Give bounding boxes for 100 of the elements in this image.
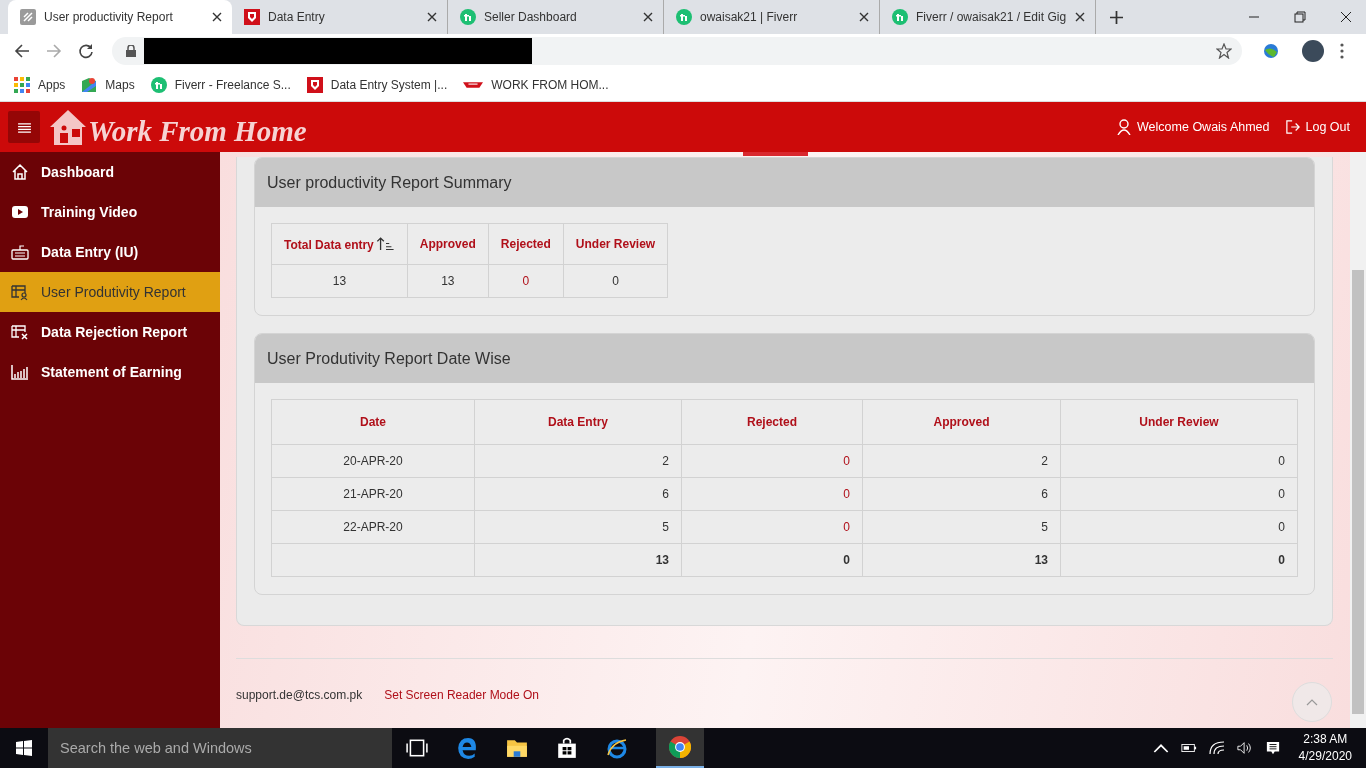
support-email: support.de@tcs.com.pk xyxy=(236,688,363,702)
sidebar-item[interactable]: Training Video xyxy=(0,192,220,232)
total-cell: 0 xyxy=(681,543,863,577)
bookmark[interactable]: Maps xyxy=(81,76,135,93)
table-cell: 5 xyxy=(862,510,1061,544)
close-icon[interactable] xyxy=(643,12,653,22)
close-icon[interactable] xyxy=(1075,12,1085,22)
column-header[interactable]: Total Data entry xyxy=(271,223,408,265)
table-cell: 0 xyxy=(681,444,863,478)
chrome-taskbar-button[interactable] xyxy=(656,728,704,768)
bookmark[interactable]: Fiverr - Freelance S... xyxy=(150,76,291,93)
home-icon xyxy=(11,163,29,181)
sort-ascending-icon[interactable] xyxy=(376,236,395,250)
close-icon[interactable] xyxy=(1340,11,1352,23)
speaker-icon[interactable] xyxy=(1236,741,1253,755)
battery-icon[interactable] xyxy=(1180,741,1197,755)
table-cell: 2 xyxy=(474,444,682,478)
table-cell: 21-APR-20 xyxy=(271,477,475,511)
panel-title: User productivity Report Summary xyxy=(255,158,1314,207)
new-tab-icon[interactable] xyxy=(1110,10,1123,24)
sidebar-item[interactable]: Dashboard xyxy=(0,152,220,192)
apps-grid-icon xyxy=(14,76,30,93)
table-cell: 2 xyxy=(862,444,1061,478)
clock-time[interactable]: 2:38 AM xyxy=(1303,731,1348,748)
table-x-icon xyxy=(11,323,29,341)
column-header: Under Review xyxy=(563,223,668,265)
star-icon[interactable] xyxy=(1216,43,1232,59)
column-header: Data Entry xyxy=(474,399,682,445)
menu-icon xyxy=(17,121,31,133)
table-cell: 0 xyxy=(681,477,863,511)
logout-icon xyxy=(1285,119,1300,135)
restore-icon[interactable] xyxy=(1294,11,1306,23)
sidebar-item[interactable]: Data Rejection Report xyxy=(0,312,220,352)
column-header: Rejected xyxy=(681,399,863,445)
table-cell: 0 xyxy=(1060,510,1298,544)
menu-button[interactable] xyxy=(8,111,40,143)
column-header: Approved xyxy=(407,223,489,265)
active-tab-strip xyxy=(743,152,808,156)
column-header: Date xyxy=(271,399,475,445)
taskbar-search-field[interactable]: Search the web and Windows xyxy=(48,728,392,768)
report-favicon-icon xyxy=(20,9,36,25)
close-icon[interactable] xyxy=(859,12,869,22)
task-view-icon[interactable] xyxy=(406,737,428,759)
scrollbar[interactable] xyxy=(1350,152,1366,728)
total-cell: 0 xyxy=(1060,543,1298,577)
fiverr-favicon-icon xyxy=(460,9,476,25)
logout-link[interactable]: Log Out xyxy=(1285,119,1350,135)
sidebar-item[interactable]: Data Entry (IU) xyxy=(0,232,220,272)
column-header: Under Review xyxy=(1060,399,1298,445)
close-icon[interactable] xyxy=(212,12,222,22)
fiverr-favicon-icon xyxy=(150,76,167,93)
screen-reader-link[interactable]: Set Screen Reader Mode On xyxy=(384,688,539,702)
fiverr-favicon-icon xyxy=(892,9,908,25)
notification-icon[interactable] xyxy=(1264,741,1281,755)
table-cell: 22-APR-20 xyxy=(271,510,475,544)
house-logo-icon xyxy=(48,107,88,147)
edge-browser-icon[interactable] xyxy=(456,737,478,759)
browser-tab[interactable]: User productivity Report xyxy=(8,0,232,34)
more-menu-icon[interactable] xyxy=(1340,43,1344,59)
internet-explorer-icon[interactable] xyxy=(606,737,628,759)
lock-icon xyxy=(126,45,136,57)
folder-icon[interactable] xyxy=(506,737,528,759)
scrollbar-thumb[interactable] xyxy=(1352,270,1364,714)
column-header: Rejected xyxy=(488,223,564,265)
table-cell: 13 xyxy=(407,264,489,298)
map-pin-icon xyxy=(81,76,98,93)
close-icon[interactable] xyxy=(427,12,437,22)
reload-icon[interactable] xyxy=(78,43,94,59)
sidebar-item[interactable]: User Produtivity Report xyxy=(0,272,220,312)
bookmark[interactable]: WORK FROM HOM... xyxy=(463,76,609,93)
windows-start-icon[interactable] xyxy=(16,740,32,756)
column-header: Approved xyxy=(862,399,1061,445)
panel-title: User Produtivity Report Date Wise xyxy=(255,334,1314,383)
table-cell: 0 xyxy=(1060,477,1298,511)
chrome-icon xyxy=(669,736,691,758)
bar-chart-icon xyxy=(11,363,29,381)
address-bar[interactable] xyxy=(112,37,1242,65)
chevron-up-icon xyxy=(1306,698,1318,706)
table-user-icon xyxy=(11,283,29,301)
table-cell: 0 xyxy=(563,264,668,298)
bookmark[interactable]: Apps xyxy=(14,76,66,93)
wifi-icon[interactable] xyxy=(1208,741,1225,755)
bookmark[interactable]: Data Entry System |... xyxy=(306,76,448,93)
table-cell: 0 xyxy=(681,510,863,544)
welcome-link[interactable]: Welcome Owais Ahmed xyxy=(1117,119,1270,135)
user-icon xyxy=(1117,119,1132,135)
globe-extension-icon[interactable] xyxy=(1262,42,1280,60)
brand-title: Work From Home xyxy=(88,114,307,148)
tag-favicon-icon xyxy=(244,9,260,25)
store-bag-icon[interactable] xyxy=(556,737,578,759)
clock-date[interactable]: 4/29/2020 xyxy=(1298,748,1352,765)
table-cell: 6 xyxy=(474,477,682,511)
table-cell: 0 xyxy=(1060,444,1298,478)
fiverr-favicon-icon xyxy=(676,9,692,25)
total-cell: 13 xyxy=(474,543,682,577)
table-cell: 6 xyxy=(862,477,1061,511)
avatar[interactable] xyxy=(1302,40,1324,62)
table-cell: 0 xyxy=(488,264,564,298)
back-arrow-icon[interactable] xyxy=(14,43,30,59)
sidebar-item[interactable]: Statement of Earning xyxy=(0,352,220,392)
